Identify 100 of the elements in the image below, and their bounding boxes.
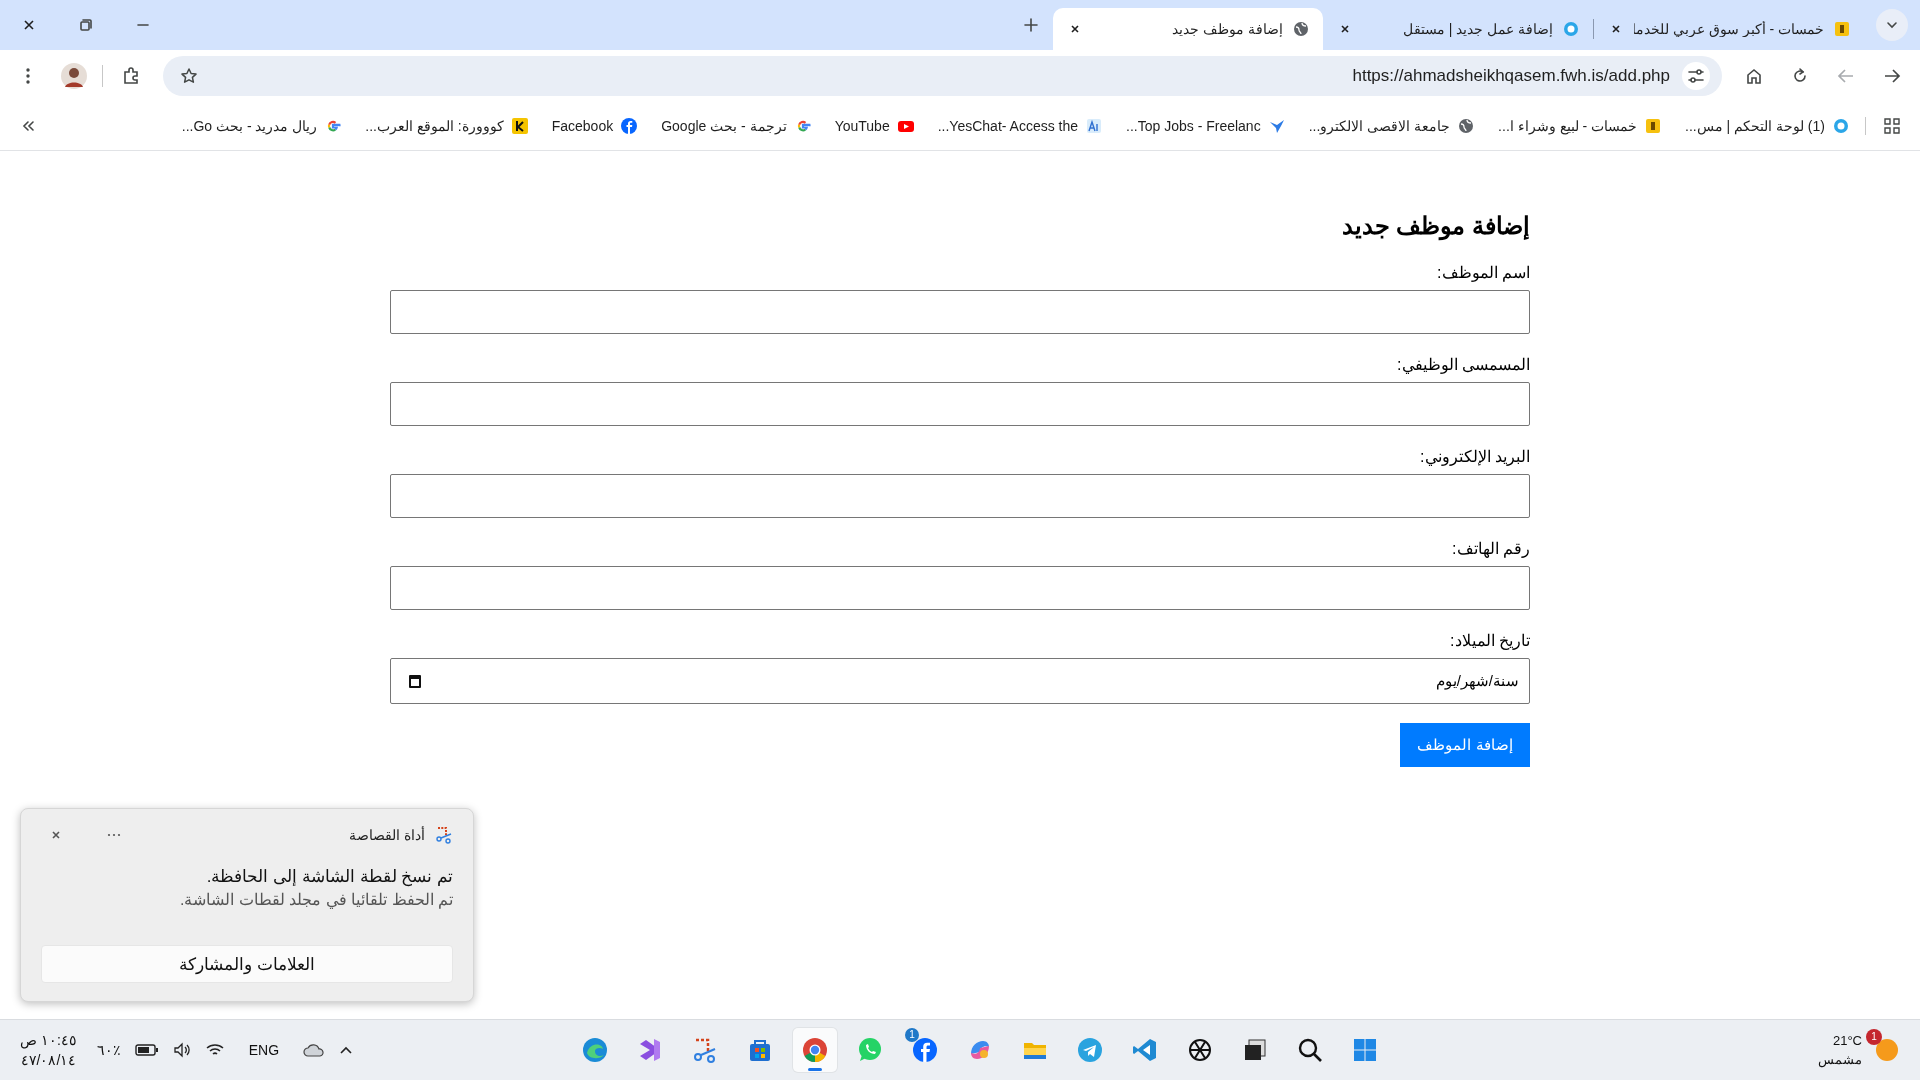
- more-icon: [107, 833, 121, 837]
- ring-logo-icon: [1563, 21, 1579, 37]
- bookmark-item[interactable]: Top Jobs - Freelanc...: [1118, 114, 1293, 138]
- f-logo-icon: [911, 1036, 939, 1064]
- taskbar-app[interactable]: 1: [903, 1028, 947, 1072]
- bookmark-item[interactable]: YouTube: [826, 114, 922, 138]
- bookmark-item[interactable]: YesChat- Access the...: [929, 114, 1111, 138]
- wifi-icon[interactable]: [204, 1042, 225, 1058]
- knot-logo-icon: [1186, 1036, 1214, 1064]
- avatar-icon: [61, 63, 87, 89]
- home-icon: [1745, 67, 1763, 85]
- bookmark-title: YesChat- Access the...: [937, 118, 1079, 134]
- bookmark-title: كووورة: الموقع العرب...: [365, 118, 504, 134]
- menu-icon: [25, 67, 31, 85]
- chrome-logo-icon: [801, 1036, 829, 1064]
- markup-share-button[interactable]: العلامات والمشاركة: [41, 945, 453, 983]
- arrow-left-icon: [1837, 67, 1855, 85]
- arrow-right-icon: [1883, 67, 1901, 85]
- ai-logo-icon: [1086, 118, 1103, 134]
- globe-icon: [1458, 118, 1475, 134]
- close-icon: [1610, 23, 1622, 35]
- chat-bubble-icon: [856, 1036, 884, 1064]
- field-label: تاريخ الميلاد:: [1449, 631, 1530, 651]
- double-chevron-icon: [21, 119, 35, 133]
- notification-body: تم الحفظ تلقائيا في مجلد لقطات الشاشة.: [178, 890, 453, 911]
- url-text: https://ahmadsheikhqasem.fwh.is/add.php: [1352, 66, 1670, 86]
- search-icon: [1296, 1036, 1324, 1064]
- notification-title: تم نسخ لقطة الشاشة إلى الحافظة.: [205, 866, 453, 889]
- close-icon: [50, 829, 62, 841]
- bookmark-title: خمسات - لبيع وشراء ا...: [1498, 118, 1637, 134]
- field-label: المسمسى الوظيفي:: [1396, 355, 1530, 375]
- windows-logo-icon: [1351, 1036, 1379, 1064]
- star-icon: [180, 67, 198, 85]
- field-label: اسم الموظف:: [1436, 263, 1530, 283]
- site-settings-button[interactable]: [1682, 62, 1710, 90]
- restore-icon: [79, 19, 92, 31]
- scissors-icon: [435, 826, 453, 844]
- bookmark-title: Top Jobs - Freelanc...: [1126, 118, 1261, 134]
- five-logo-icon: [1834, 21, 1850, 37]
- bookmark-item[interactable]: (1) لوحة التحكم | مس...: [1677, 114, 1857, 138]
- bookmark-item[interactable]: جامعة الاقصى الالكترو...: [1300, 114, 1483, 138]
- text-field[interactable]: [390, 290, 1530, 334]
- bookmark-item[interactable]: ريال مدريد - بحث Go...: [173, 114, 350, 138]
- bookmark-title: Facebook: [551, 118, 614, 134]
- calendar-icon: [409, 674, 421, 688]
- sliders-icon: [1687, 67, 1705, 85]
- add-employee-button[interactable]: إضافة الموظف: [1400, 723, 1530, 767]
- page-heading: إضافة موظف جديد: [1340, 211, 1530, 241]
- text-field[interactable]: [390, 566, 1530, 610]
- bookmark-item[interactable]: خمسات - لبيع وشراء ا...: [1490, 114, 1669, 138]
- reload-icon: [1791, 67, 1809, 85]
- five-logo-icon: [1645, 118, 1661, 134]
- battery-icon: [134, 1044, 159, 1056]
- field-label: رقم الهاتف:: [1451, 539, 1530, 559]
- k-logo-icon: [511, 118, 528, 134]
- battery-percent: ٦٠٪: [96, 1042, 121, 1058]
- globe-icon: [1293, 21, 1309, 37]
- bookmark-item[interactable]: Facebook: [543, 114, 646, 138]
- bookmark-title: ريال مدريد - بحث Go...: [181, 118, 318, 134]
- date-placeholder: سنة/شهر/يوم: [1435, 672, 1519, 690]
- clock[interactable]: ١٠:٤٥ ص ٤٧/٠٨/١٤: [20, 1030, 77, 1070]
- close-icon: [1069, 23, 1081, 35]
- play-logo-icon: [897, 118, 914, 134]
- weather-condition: مشمس: [1818, 1051, 1862, 1069]
- close-icon: [21, 18, 36, 32]
- g-logo-icon: [325, 118, 342, 134]
- edge-logo-icon: [581, 1036, 609, 1064]
- cloud-icon[interactable]: [303, 1043, 326, 1057]
- notification-badge: 1: [905, 1028, 919, 1042]
- speaker-icon[interactable]: [172, 1042, 191, 1058]
- code-logo-icon: [1131, 1036, 1159, 1064]
- app-name: أداة القصاصة: [349, 827, 425, 843]
- tab-search-button[interactable]: [1876, 9, 1908, 41]
- close-icon: [1339, 23, 1351, 35]
- bookmark-item[interactable]: ترجمة - بحث Google: [653, 114, 819, 138]
- clock-time: ١٠:٤٥ ص: [20, 1031, 77, 1050]
- temperature: 21°C: [1832, 1032, 1862, 1050]
- chevron-up-icon[interactable]: [339, 1045, 354, 1055]
- input-language[interactable]: ENG: [248, 1042, 280, 1058]
- bookmark-title: جامعة الاقصى الالكترو...: [1308, 118, 1451, 134]
- ring-logo-icon: [1833, 118, 1849, 134]
- clock-date: ٤٧/٠٨/١٤: [20, 1051, 77, 1070]
- browser-tab[interactable]: إضافة موظف جديد: [1053, 8, 1323, 50]
- bookmark-title: YouTube: [834, 118, 890, 134]
- browser-tab[interactable]: إضافة عمل جديد | مستقل: [1323, 8, 1593, 50]
- address-bar[interactable]: https://ahmadsheikhqasem.fwh.is/add.php: [163, 56, 1722, 96]
- grid-icon: [1884, 118, 1900, 134]
- text-field[interactable]: [390, 474, 1530, 518]
- puzzle-icon: [122, 67, 140, 85]
- tab-title: إضافة موظف جديد: [1171, 21, 1283, 37]
- bookmark-title: (1) لوحة التحكم | مس...: [1685, 118, 1825, 134]
- field-label: البريد الإلكتروني:: [1419, 447, 1530, 467]
- bookmark-item[interactable]: كووورة: الموقع العرب...: [357, 114, 536, 138]
- bookmark-title: ترجمة - بحث Google: [661, 118, 787, 134]
- text-field[interactable]: [390, 382, 1530, 426]
- notification-badge: 1: [1866, 1029, 1882, 1045]
- paper-plane-icon: [1076, 1036, 1104, 1064]
- plus-icon: [1024, 18, 1038, 32]
- tab-title: إضافة عمل جديد | مستقل: [1401, 21, 1553, 37]
- date-field[interactable]: سنة/شهر/يوم: [390, 658, 1530, 704]
